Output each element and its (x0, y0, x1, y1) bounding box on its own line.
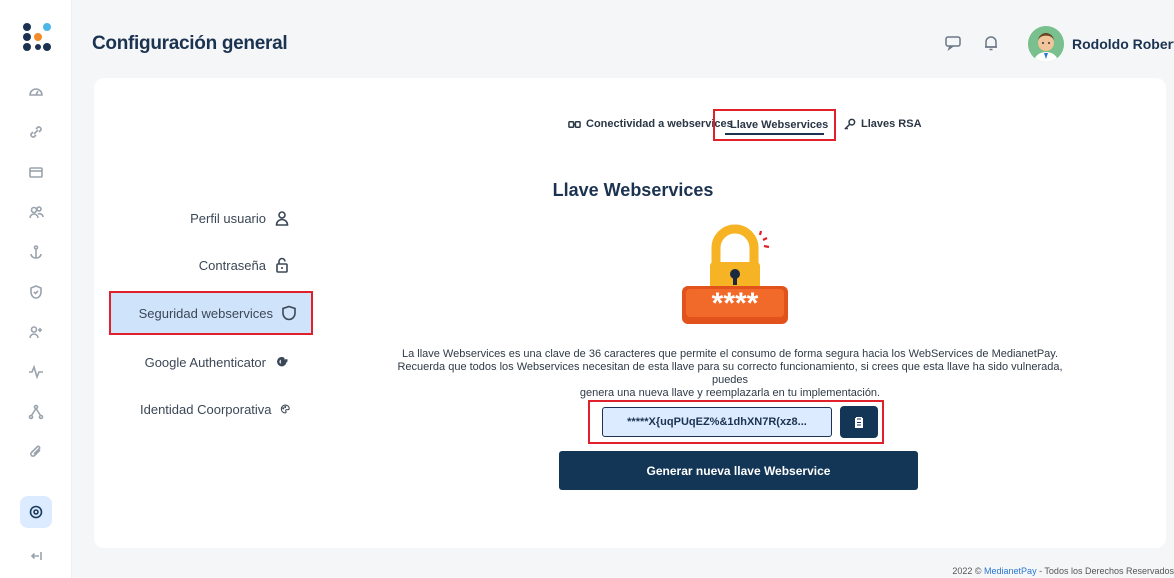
clipboard-icon (855, 417, 863, 428)
menu-item-identidad-coorporativa[interactable]: Identidad Coorporativa (140, 398, 290, 420)
footer-brand-link[interactable]: MedianetPay (984, 566, 1037, 576)
menu-item-label: Google Authenticator (144, 354, 266, 370)
link-icon[interactable] (20, 116, 52, 148)
page-title: Configuración general (92, 33, 288, 54)
description: La llave Webservices es una clave de 36 … (380, 348, 1080, 400)
user-icon (275, 211, 289, 226)
tab-conectividad[interactable]: Conectividad a webservices (568, 116, 733, 132)
tab-label: Llaves RSA (861, 118, 922, 130)
illustration-text: **** (712, 287, 759, 320)
tab-llave-webservices[interactable]: Llave Webservices (713, 109, 836, 141)
description-line: Recuerda que todos los Webservices neces… (397, 361, 1063, 386)
top-bar: Configuración general Rodoldo Roberto (72, 0, 1174, 78)
anchor-icon[interactable] (20, 236, 52, 268)
collapse-icon[interactable] (20, 540, 52, 572)
menu-item-google-authenticator[interactable]: Google Authenticator (140, 351, 290, 373)
footer: 2022 © MedianetPay - Todos los Derechos … (952, 566, 1174, 576)
section-title: Llave Webservices (552, 180, 714, 200)
key-icon (844, 118, 856, 130)
menu-item-label: Contraseña (198, 257, 266, 273)
add-user-icon[interactable] (20, 316, 52, 348)
google-icon (277, 357, 288, 367)
shield-check-icon[interactable] (20, 276, 52, 308)
tab-label: Llave Webservices (730, 119, 829, 131)
footer-rights: - Todos los Derechos Reservados (1039, 566, 1174, 576)
app-logo[interactable] (22, 22, 52, 52)
tab-active-underline (725, 133, 824, 135)
bell-icon[interactable] (982, 34, 1000, 52)
user-name[interactable]: Rodoldo Roberto (1072, 36, 1174, 52)
menu-item-perfil-usuario[interactable]: Perfil usuario (140, 207, 290, 229)
menu-item-seguridad-webservices[interactable]: Seguridad webservices (109, 291, 313, 335)
key-field-group: *****X{uqPUqEZ%&1dhXN7R(xz8... (588, 400, 884, 444)
lock-icon (276, 257, 288, 273)
settings-icon[interactable] (20, 496, 52, 528)
palette-icon (280, 404, 290, 414)
sidebar (0, 0, 72, 578)
dashboard-icon[interactable] (20, 76, 52, 108)
menu-item-label: Perfil usuario (190, 210, 266, 226)
copy-button[interactable] (840, 406, 878, 438)
activity-icon[interactable] (20, 356, 52, 388)
description-line: La llave Webservices es una clave de 36 … (401, 348, 1059, 360)
menu-item-label: Identidad Coorporativa (140, 401, 272, 417)
shield-icon (282, 305, 296, 321)
network-icon[interactable] (20, 396, 52, 428)
chat-icon[interactable] (944, 34, 962, 52)
footer-year: 2022 © (952, 566, 982, 576)
avatar[interactable] (1028, 26, 1064, 62)
menu-item-contrasena[interactable]: Contraseña (140, 254, 290, 276)
tab-label: Conectividad a webservices (586, 118, 733, 130)
lock-illustration: **** (670, 218, 800, 330)
attachment-icon[interactable] (20, 436, 52, 468)
description-line: genera una nueva llave y reemplazarla en… (579, 387, 881, 399)
webservice-key-field[interactable]: *****X{uqPUqEZ%&1dhXN7R(xz8... (602, 407, 832, 437)
users-icon[interactable] (20, 196, 52, 228)
generate-key-button[interactable]: Generar nueva llave Webservice (559, 451, 918, 490)
connect-icon (568, 120, 581, 128)
tab-llaves-rsa[interactable]: Llaves RSA (843, 116, 922, 132)
card-icon[interactable] (20, 156, 52, 188)
menu-item-label: Seguridad webservices (138, 305, 273, 321)
